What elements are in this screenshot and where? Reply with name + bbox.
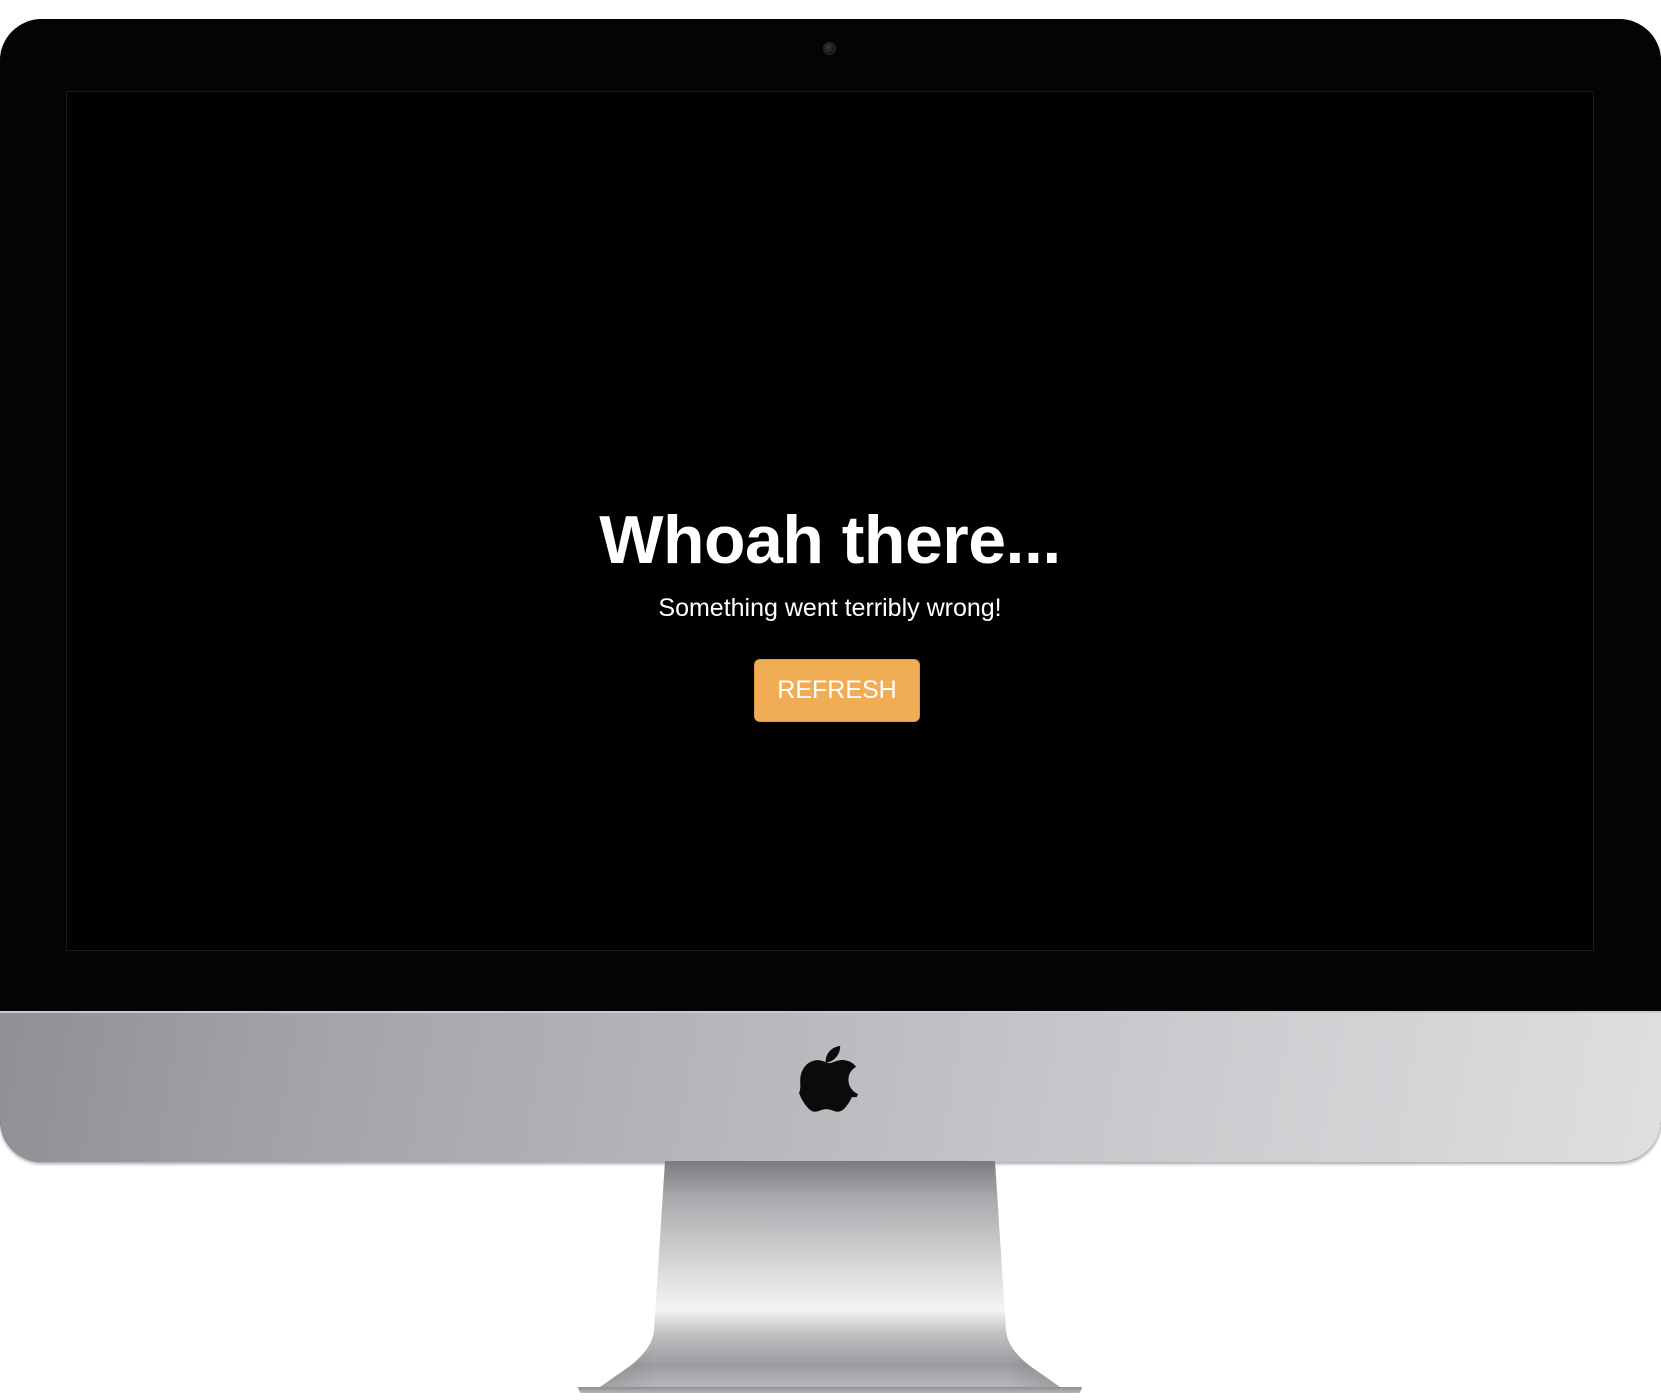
error-title: Whoah there... [599, 502, 1061, 578]
error-message: Something went terribly wrong! [658, 594, 1002, 622]
monitor: Whoah there... Something went terribly w… [0, 19, 1661, 1162]
apple-logo [799, 1045, 858, 1112]
camera-icon [823, 42, 836, 55]
refresh-button[interactable]: REFRESH [754, 659, 920, 722]
imac-mockup: Whoah there... Something went terribly w… [0, 0, 1661, 1400]
monitor-stand [560, 1161, 1100, 1400]
display-screen: Whoah there... Something went terribly w… [66, 91, 1594, 951]
monitor-bezel: Whoah there... Something went terribly w… [0, 19, 1661, 1011]
error-page: Whoah there... Something went terribly w… [67, 92, 1593, 950]
